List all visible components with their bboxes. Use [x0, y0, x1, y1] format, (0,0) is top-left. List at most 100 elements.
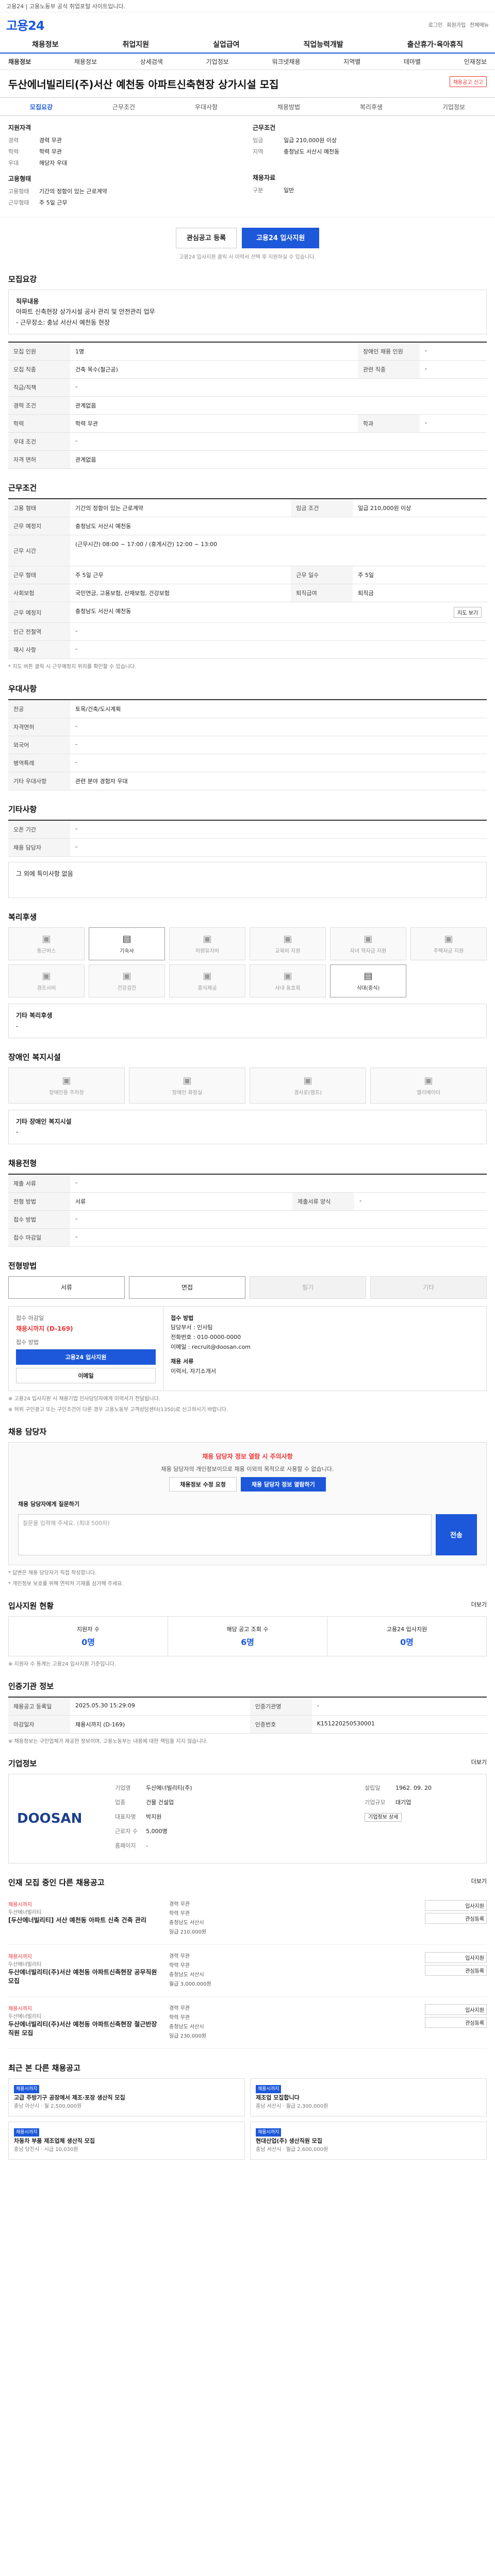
- welfare-item: ▣ 주택자금 지원: [410, 927, 487, 961]
- nav-item-support[interactable]: 취업지원: [117, 39, 154, 49]
- table-value: 관계없음: [70, 450, 487, 469]
- view-contact-button[interactable]: 채용 담당자 정보 열람하기: [240, 1477, 326, 1492]
- company-value: 1962. 09. 20: [395, 1784, 432, 1791]
- recent-card[interactable]: 채용시까지 고급 주방기구 공장에서 제조·포장 생산직 모집 충남 아산시 · 월…: [8, 2078, 245, 2116]
- recent-card[interactable]: 채용시까지 현대산업(주) 생산직원 모집 충남 서산시 · 월급 2,600,00…: [250, 2121, 487, 2160]
- company-more-link[interactable]: 더보기: [471, 1758, 487, 1766]
- apply-button-2[interactable]: 고용24 입사지원: [16, 1349, 156, 1365]
- list-item[interactable]: 채용시까지 두산에너빌리티 [두산에너빌리티] 서산 예천동 아파트 신축 건축 관…: [8, 1893, 487, 1945]
- tab-welfare[interactable]: 복리후생: [330, 103, 412, 111]
- deadline-panel: 접수 마감일 채용시까지 (D-169) 접수 방법 고용24 입사지원 이메일: [9, 1306, 163, 1391]
- welfare-label: 식대(중식): [356, 986, 380, 992]
- welfare-label: 통근버스: [37, 948, 56, 955]
- subnav-item[interactable]: 지역별: [343, 57, 360, 66]
- summary-value: 기간의 정함이 있는 근로계약: [39, 188, 107, 195]
- qa-alert: 채용 담당자 정보 열람 시 주의사항: [202, 1452, 293, 1460]
- table-row: 근무 형태 주 5일 근무 근무 일수 주 5일: [8, 566, 487, 585]
- nav-item-jobs[interactable]: 채용정보: [27, 39, 64, 49]
- send-button[interactable]: 전송: [436, 1514, 477, 1555]
- list-item[interactable]: 채용시까지 두산에너빌리티 두산에너빌리티(주)서산 예천동 아파트신축현장 공무직…: [8, 1945, 487, 1997]
- section-heading: 모집요강: [8, 275, 37, 284]
- subnav-item[interactable]: 인재정보: [464, 57, 487, 66]
- table-row: 자격면허 -: [8, 718, 487, 737]
- nav-item-training[interactable]: 직업능력개발: [298, 39, 348, 49]
- job-title[interactable]: 두산에너빌리티(주)서산 예천동 아파트신축현장 철근반장 직원 모집: [8, 2020, 163, 2037]
- section-heading: 인증기관 정보: [8, 1681, 54, 1691]
- stats-more-link[interactable]: 더보기: [471, 1600, 487, 1608]
- nav-item-unemployment[interactable]: 실업급여: [208, 39, 245, 49]
- scrap-button[interactable]: 관심공고 등록: [175, 228, 237, 248]
- tab-recruit[interactable]: 모집요강: [0, 103, 82, 111]
- login-link[interactable]: 로그인: [428, 21, 443, 28]
- stats-heading: 입사지원 현황: [8, 1601, 54, 1611]
- summary-value: 해당자 우대: [39, 160, 68, 166]
- job-title[interactable]: [두산에너빌리티] 서산 예천동 아파트 신축 건축 관리: [8, 1916, 163, 1924]
- apply-button[interactable]: 고용24 입사지원: [242, 228, 320, 248]
- summary-value: 주 5일 근무: [39, 199, 68, 206]
- list-item[interactable]: 채용시까지 두산에너빌리티 두산에너빌리티(주)서산 예천동 아파트신축현장 철근반…: [8, 1997, 487, 2049]
- table-key: 채용 담당자: [8, 838, 70, 857]
- tab-work[interactable]: 근무조건: [82, 103, 165, 111]
- tab-method[interactable]: 채용방법: [248, 103, 330, 111]
- company-value: 대기업: [395, 1799, 411, 1806]
- table-value: -: [70, 622, 487, 641]
- recent-title[interactable]: 제조업 모집합니다: [256, 2093, 481, 2103]
- recent-grid: 채용시까지 고급 주방기구 공장에서 제조·포장 생산직 모집 충남 아산시 · 월…: [8, 2078, 487, 2160]
- section-heading: 인재 모집 중인 다른 채용공고 더보기: [8, 1877, 487, 1888]
- email-apply-button[interactable]: 이메일: [16, 1367, 156, 1383]
- report-button[interactable]: 채용공고 신고: [449, 76, 487, 87]
- table-row: 자격 면허 관계없음: [8, 450, 487, 469]
- job-apply-button[interactable]: 입사지원: [425, 1900, 487, 1911]
- table-key: 인근 전철역: [8, 622, 70, 641]
- section-heading: 복리후생: [8, 912, 37, 922]
- recent-title[interactable]: 고급 주방기구 공장에서 제조·포장 생산직 모집: [14, 2093, 239, 2103]
- question-input[interactable]: 질문을 입력해 주세요. (최대 500자): [18, 1514, 432, 1555]
- table-value: -: [70, 736, 487, 755]
- job-scrap-button[interactable]: 관심등록: [425, 1912, 487, 1924]
- recruit-method-table: 제출 서류 - 전형 방법 서류 제출서류 양식 - 접수 방법 - 접수 마감일 -: [8, 1173, 487, 1247]
- signup-link[interactable]: 회원가입: [447, 21, 466, 28]
- section-heading: 기업정보 더보기: [8, 1758, 487, 1769]
- apply-info-card: 접수 마감일 채용시까지 (D-169) 접수 방법 고용24 입사지원 이메일…: [8, 1306, 487, 1391]
- footer-space: [0, 2165, 495, 2185]
- recent-meta: 충남 서산시 · 월급 2,600,000원: [256, 2146, 328, 2153]
- site-logo[interactable]: 고용24: [6, 15, 45, 33]
- table-row: 인근 전철역 -: [8, 622, 487, 641]
- duty-line: 아파트 신축현장 상가시설 공사 관리 및 안전관리 업무: [16, 308, 155, 316]
- job-scrap-button[interactable]: 관심등록: [425, 2016, 487, 2028]
- table-value: -: [70, 378, 487, 397]
- recent-title[interactable]: 현대산업(주) 생산직원 모집: [256, 2137, 481, 2146]
- recent-card[interactable]: 채용시까지 제조업 모집합니다 충남 서산시 · 월급 2,300,000원: [250, 2078, 487, 2116]
- related-more-link[interactable]: 더보기: [471, 1877, 487, 1885]
- facility-item: ▣ 경사로(램프): [250, 1067, 366, 1104]
- subnav-item[interactable]: 기업정보: [206, 57, 228, 66]
- tab-prefer[interactable]: 우대사항: [165, 103, 248, 111]
- table-key: 모집 인원: [8, 342, 70, 361]
- welfare-label: 사내 동호회: [275, 986, 301, 992]
- job-apply-button[interactable]: 입사지원: [425, 1952, 487, 1963]
- gift-icon: ▣: [42, 971, 51, 982]
- nav-item-leave[interactable]: 출산휴가·육아휴직: [402, 39, 468, 49]
- table-key: 근무 예정지: [8, 517, 70, 536]
- recent-card[interactable]: 채용시까지 차동차 부품 제조업체 생산직 모집 충남 당진시 · 시급 10,03…: [8, 2121, 245, 2160]
- job-title[interactable]: 두산에너빌리티(주)서산 예천동 아파트신축현장 공무직원 모집: [8, 1968, 163, 1985]
- job-apply-button[interactable]: 입사지원: [425, 2004, 487, 2015]
- all-menu-link[interactable]: 전체메뉴: [470, 21, 489, 28]
- edit-request-button[interactable]: 채용정보 수정 요청: [169, 1477, 237, 1492]
- job-scrap-button[interactable]: 관심등록: [425, 1964, 487, 1976]
- qa-note: * 답변은 채용 담당자가 직접 작성합니다.: [8, 1570, 97, 1576]
- subnav-item[interactable]: 채용정보: [74, 57, 97, 66]
- info-note: ※ 채용정보는 구인업체가 제공한 정보이며, 고용노동부는 내용에 대한 책임…: [8, 1738, 208, 1744]
- subnav-item[interactable]: 워크넷채용: [272, 57, 300, 66]
- tab-company[interactable]: 기업정보: [412, 103, 495, 111]
- table-row: 우대 조건 -: [8, 432, 487, 451]
- table-value: 기간의 정함이 있는 근로계약: [70, 499, 291, 518]
- subnav-item[interactable]: 테마별: [404, 57, 421, 66]
- table-row: 제출 서류 -: [8, 1174, 487, 1193]
- recent-title[interactable]: 차동차 부품 제조업체 생산직 모집: [14, 2137, 239, 2146]
- welfare-label: 차량유지비: [195, 948, 219, 955]
- subnav-item[interactable]: 상세검색: [140, 57, 163, 66]
- company-detail-button[interactable]: 기업정보 상세: [365, 1812, 402, 1822]
- section-tabs: 모집요강 근무조건 우대사항 채용방법 복리후생 기업정보: [0, 97, 495, 116]
- map-button[interactable]: 지도 보기: [454, 607, 482, 618]
